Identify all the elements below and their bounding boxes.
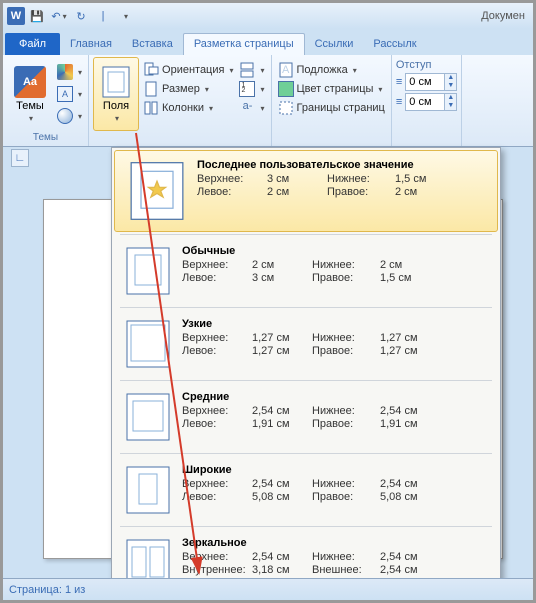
margin-preset-icon — [122, 245, 174, 297]
group-indent: Отступ ≡ ▲▼ ≡ ▲▼ — [392, 55, 462, 146]
preset-title: Широкие — [182, 464, 490, 476]
spin-up[interactable]: ▲ — [444, 74, 456, 82]
tab-file[interactable]: Файл — [5, 33, 60, 55]
indent-left-icon: ≡ — [396, 76, 402, 88]
status-bar: Страница: 1 из — [3, 578, 533, 600]
theme-effects-button[interactable]: ▾ — [55, 107, 84, 125]
indent-left: ≡ ▲▼ — [396, 73, 457, 91]
ribbon: Aa Темы ▾ ▾ A▾ ▾ Темы Поля ▾ — [3, 55, 533, 147]
group-page-background: AПодложка▾ Цвет страницы▾ Границы страни… — [272, 55, 392, 146]
theme-colors-button[interactable]: ▾ — [55, 63, 84, 81]
watermark-icon: A — [278, 62, 294, 78]
preset-title: Обычные — [182, 245, 490, 257]
breaks-button[interactable]: ▾ — [237, 61, 266, 79]
preset-title: Средние — [182, 391, 490, 403]
dropdown-icon: ▾ — [115, 114, 119, 123]
columns-icon — [143, 100, 159, 116]
indent-left-input[interactable] — [406, 76, 444, 88]
group-page-setup: Поля ▾ Ориентация▾ Размер▾ Колонки▾ ▾ 12… — [89, 55, 271, 146]
margin-preset-2[interactable]: Узкие Верхнее:1,27 смНижнее:1,27 см Лево… — [112, 310, 500, 378]
spin-up[interactable]: ▲ — [444, 94, 456, 102]
themes-button[interactable]: Aa Темы ▾ — [7, 57, 53, 131]
app-window: W 💾 ↶▾ ↻ | ▾ Докумен Файл Главная Вставк… — [0, 0, 536, 603]
tab-home[interactable]: Главная — [60, 34, 122, 55]
ribbon-tabs: Файл Главная Вставка Разметка страницы С… — [3, 29, 533, 55]
breaks-icon — [239, 62, 255, 78]
tab-mailings[interactable]: Рассылк — [363, 34, 426, 55]
orientation-icon — [143, 62, 159, 78]
indent-right-input[interactable] — [406, 96, 444, 108]
qat-sep: | — [93, 6, 113, 26]
margins-icon — [100, 66, 132, 98]
svg-text:A: A — [282, 64, 290, 76]
undo-icon[interactable]: ↶▾ — [49, 6, 69, 26]
themes-icon: Aa — [14, 66, 46, 98]
redo-icon[interactable]: ↻ — [71, 6, 91, 26]
watermark-button[interactable]: AПодложка▾ — [276, 61, 387, 79]
spin-down[interactable]: ▼ — [444, 102, 456, 110]
hyphenation-icon: a- — [239, 100, 255, 116]
titlebar: W 💾 ↶▾ ↻ | ▾ Докумен — [3, 3, 533, 29]
fonts-icon: A — [57, 86, 73, 102]
themes-label: Темы — [16, 100, 44, 112]
hyphenation-button[interactable]: a-▾ — [237, 99, 266, 117]
margins-label: Поля — [103, 100, 129, 112]
preset-title: Узкие — [182, 318, 490, 330]
page-borders-button[interactable]: Границы страниц — [276, 99, 387, 117]
margin-preset-0[interactable]: Последнее пользовательское значение Верх… — [114, 150, 498, 232]
line-numbers-icon: 12 — [239, 81, 255, 97]
tab-insert[interactable]: Вставка — [122, 34, 183, 55]
page-count: Страница: 1 из — [9, 584, 85, 596]
tab-references[interactable]: Ссылки — [305, 34, 364, 55]
preset-title: Последнее пользовательское значение — [197, 159, 487, 171]
colors-icon — [57, 64, 73, 80]
group-themes: Aa Темы ▾ ▾ A▾ ▾ Темы — [3, 55, 89, 146]
preset-title: Зеркальное — [182, 537, 490, 549]
margin-preset-icon — [125, 159, 189, 223]
margins-dropdown: Последнее пользовательское значение Верх… — [111, 147, 501, 603]
columns-button[interactable]: Колонки▾ — [141, 99, 235, 117]
margin-preset-icon — [122, 464, 174, 516]
margin-preset-3[interactable]: Средние Верхнее:2,54 смНижнее:2,54 см Ле… — [112, 383, 500, 451]
margin-preset-1[interactable]: Обычные Верхнее:2 смНижнее:2 см Левое:3 … — [112, 237, 500, 305]
qat-customize-icon[interactable]: ▾ — [115, 6, 135, 26]
page-borders-icon — [278, 100, 294, 116]
margins-button[interactable]: Поля ▾ — [93, 57, 139, 131]
save-icon[interactable]: 💾 — [27, 6, 47, 26]
theme-fonts-button[interactable]: A▾ — [55, 85, 84, 103]
size-icon — [143, 81, 159, 97]
margin-preset-4[interactable]: Широкие Верхнее:2,54 смНижнее:2,54 см Ле… — [112, 456, 500, 524]
margin-preset-icon — [122, 391, 174, 443]
orientation-button[interactable]: Ориентация▾ — [141, 61, 235, 79]
word-app-icon: W — [7, 7, 25, 25]
size-button[interactable]: Размер▾ — [141, 80, 235, 98]
group-themes-label: Темы — [7, 131, 84, 144]
indent-right-icon: ≡ — [396, 96, 402, 108]
effects-icon — [57, 108, 73, 124]
ruler-toggle[interactable]: ∟ — [11, 149, 29, 167]
indent-label: Отступ — [396, 59, 457, 71]
doc-title: Докумен — [481, 10, 525, 22]
page-color-icon — [278, 81, 294, 97]
tab-page-layout[interactable]: Разметка страницы — [183, 33, 305, 55]
spin-down[interactable]: ▼ — [444, 82, 456, 90]
margin-preset-icon — [122, 318, 174, 370]
line-numbers-button[interactable]: 12▾ — [237, 80, 266, 98]
indent-right: ≡ ▲▼ — [396, 93, 457, 111]
page-color-button[interactable]: Цвет страницы▾ — [276, 80, 387, 98]
dropdown-icon: ▾ — [29, 114, 33, 123]
